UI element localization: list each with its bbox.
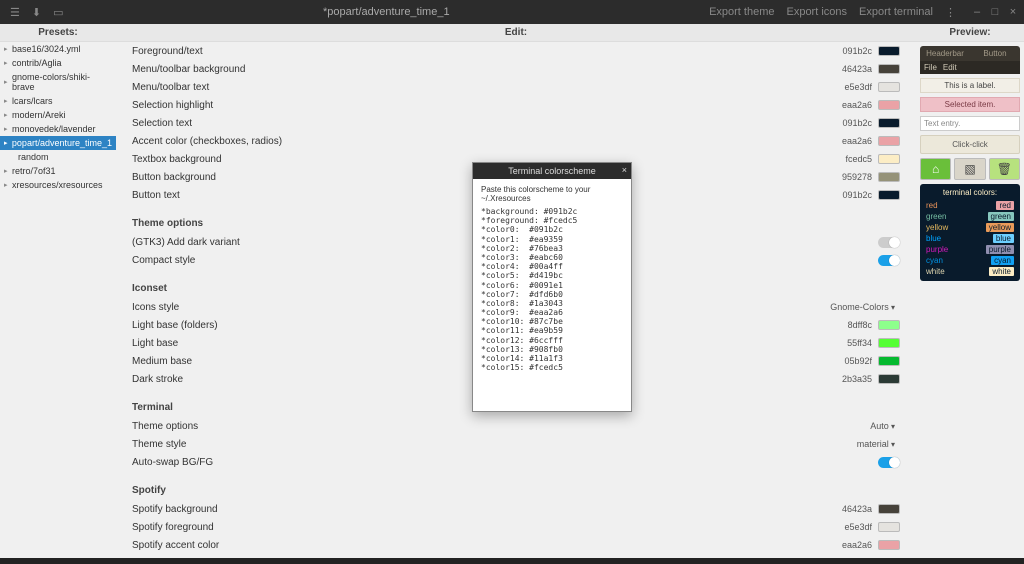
color-swatch[interactable] [878,504,900,514]
dark-variant-toggle[interactable] [878,237,900,248]
color-row: Menu/toolbar texte5e3df [132,78,900,96]
terminal-style-dropdown[interactable]: material [852,437,900,451]
presets-header: Presets: [0,24,116,42]
kebab-icon[interactable]: ⋮ [945,6,956,19]
color-swatch[interactable] [878,190,900,200]
download-icon[interactable]: ⬇ [32,6,41,19]
terminal-color-row: yellowyellow [924,222,1016,233]
preview-label: This is a label. [920,78,1020,93]
box-icon[interactable]: ▭ [53,6,63,19]
preview-menu-file[interactable]: File [924,63,937,72]
color-swatch[interactable] [878,522,900,532]
preview-panel: Preview: Headerbar Button File Edit This… [916,24,1024,564]
window-minimize[interactable]: – [972,6,982,18]
preview-button[interactable]: Click-click [920,135,1020,154]
status-bar [0,558,1024,564]
preview-headerbar: Headerbar Button File Edit [920,46,1020,74]
color-row: Selection highlighteaa2a6 [132,96,900,114]
home-icon[interactable]: ⌂ [920,158,951,180]
color-swatch[interactable] [878,64,900,74]
preset-item[interactable]: ▸lcars/lcars [0,94,116,108]
color-swatch[interactable] [878,374,900,384]
dialog-title: Terminal colorscheme [508,166,596,176]
color-swatch[interactable] [878,82,900,92]
color-swatch[interactable] [878,136,900,146]
trash-icon[interactable]: 🗑 [989,158,1020,180]
color-row: Menu/toolbar background46423a [132,60,900,78]
export-icons-link[interactable]: Export icons [786,6,847,19]
color-row: Foreground/text091b2c [132,42,900,60]
menu-icon[interactable]: ☰ [10,6,20,19]
color-swatch[interactable] [878,356,900,366]
preview-text-entry[interactable]: Text entry. [920,116,1020,131]
color-row: Spotify accent coloreaa2a6 [132,536,900,554]
terminal-color-row: greengreen [924,211,1016,222]
preset-item[interactable]: ▸xresources/xresources [0,178,116,192]
preview-menu-edit[interactable]: Edit [943,63,957,72]
preview-tab-headerbar[interactable]: Headerbar [920,46,970,61]
color-swatch[interactable] [878,172,900,182]
dialog-message: Paste this colorscheme to your ~/.Xresou… [481,185,623,203]
color-row: Spotify foregrounde5e3df [132,518,900,536]
spotify-header: Spotify [132,481,900,496]
color-row: Selection text091b2c [132,114,900,132]
color-swatch[interactable] [878,100,900,110]
autoswap-toggle[interactable] [878,457,900,468]
close-icon[interactable]: × [622,165,627,175]
window-close[interactable]: × [1008,6,1018,18]
edit-header: Edit: [116,24,916,42]
compact-style-toggle[interactable] [878,255,900,266]
preset-item[interactable]: ▸monovedek/lavender [0,122,116,136]
window-title: *popart/adventure_time_1 [74,6,700,18]
terminal-colorscheme-dialog: Terminal colorscheme × Paste this colors… [472,162,632,412]
preview-header: Preview: [916,24,1024,42]
preview-terminal: terminal colors: redredgreengreenyellowy… [920,184,1020,281]
preview-tab-button[interactable]: Button [970,46,1020,61]
color-swatch[interactable] [878,320,900,330]
color-swatch[interactable] [878,540,900,550]
preset-item[interactable]: ▸gnome-colors/shiki-brave [0,70,116,94]
icons-style-dropdown[interactable]: Gnome-Colors [825,300,900,314]
titlebar: ☰ ⬇ ▭ *popart/adventure_time_1 Export th… [0,0,1024,24]
color-swatch[interactable] [878,154,900,164]
preset-item[interactable]: ▸contrib/Aglia [0,56,116,70]
terminal-color-row: redred [924,200,1016,211]
preset-item[interactable]: ▸retro/7of31 [0,164,116,178]
export-theme-link[interactable]: Export theme [709,6,774,19]
preview-selected-item: Selected item. [920,97,1020,112]
export-terminal-link[interactable]: Export terminal [859,6,933,19]
color-row: Spotify background46423a [132,500,900,518]
dialog-colorscheme-text[interactable]: *background: #091b2c *foreground: #fcedc… [481,207,623,372]
terminal-color-row: purplepurple [924,244,1016,255]
terminal-color-row: whitewhite [924,266,1016,277]
color-swatch[interactable] [878,118,900,128]
presets-panel: Presets: ▸base16/3024.yml▸contrib/Aglia▸… [0,24,116,564]
window-maximize[interactable]: □ [990,6,1000,18]
color-row: Accent color (checkboxes, radios)eaa2a6 [132,132,900,150]
preset-item[interactable]: random [0,150,116,164]
preset-item[interactable]: ▸popart/adventure_time_1 [0,136,116,150]
preview-icons: ⌂ ▧ 🗑 [920,158,1020,180]
color-swatch[interactable] [878,338,900,348]
preset-item[interactable]: ▸modern/Areki [0,108,116,122]
preset-item[interactable]: ▸base16/3024.yml [0,42,116,56]
terminal-color-row: cyancyan [924,255,1016,266]
terminal-color-row: blueblue [924,233,1016,244]
terminal-options-dropdown[interactable]: Auto [865,419,900,433]
color-swatch[interactable] [878,46,900,56]
desktop-icon[interactable]: ▧ [954,158,985,180]
